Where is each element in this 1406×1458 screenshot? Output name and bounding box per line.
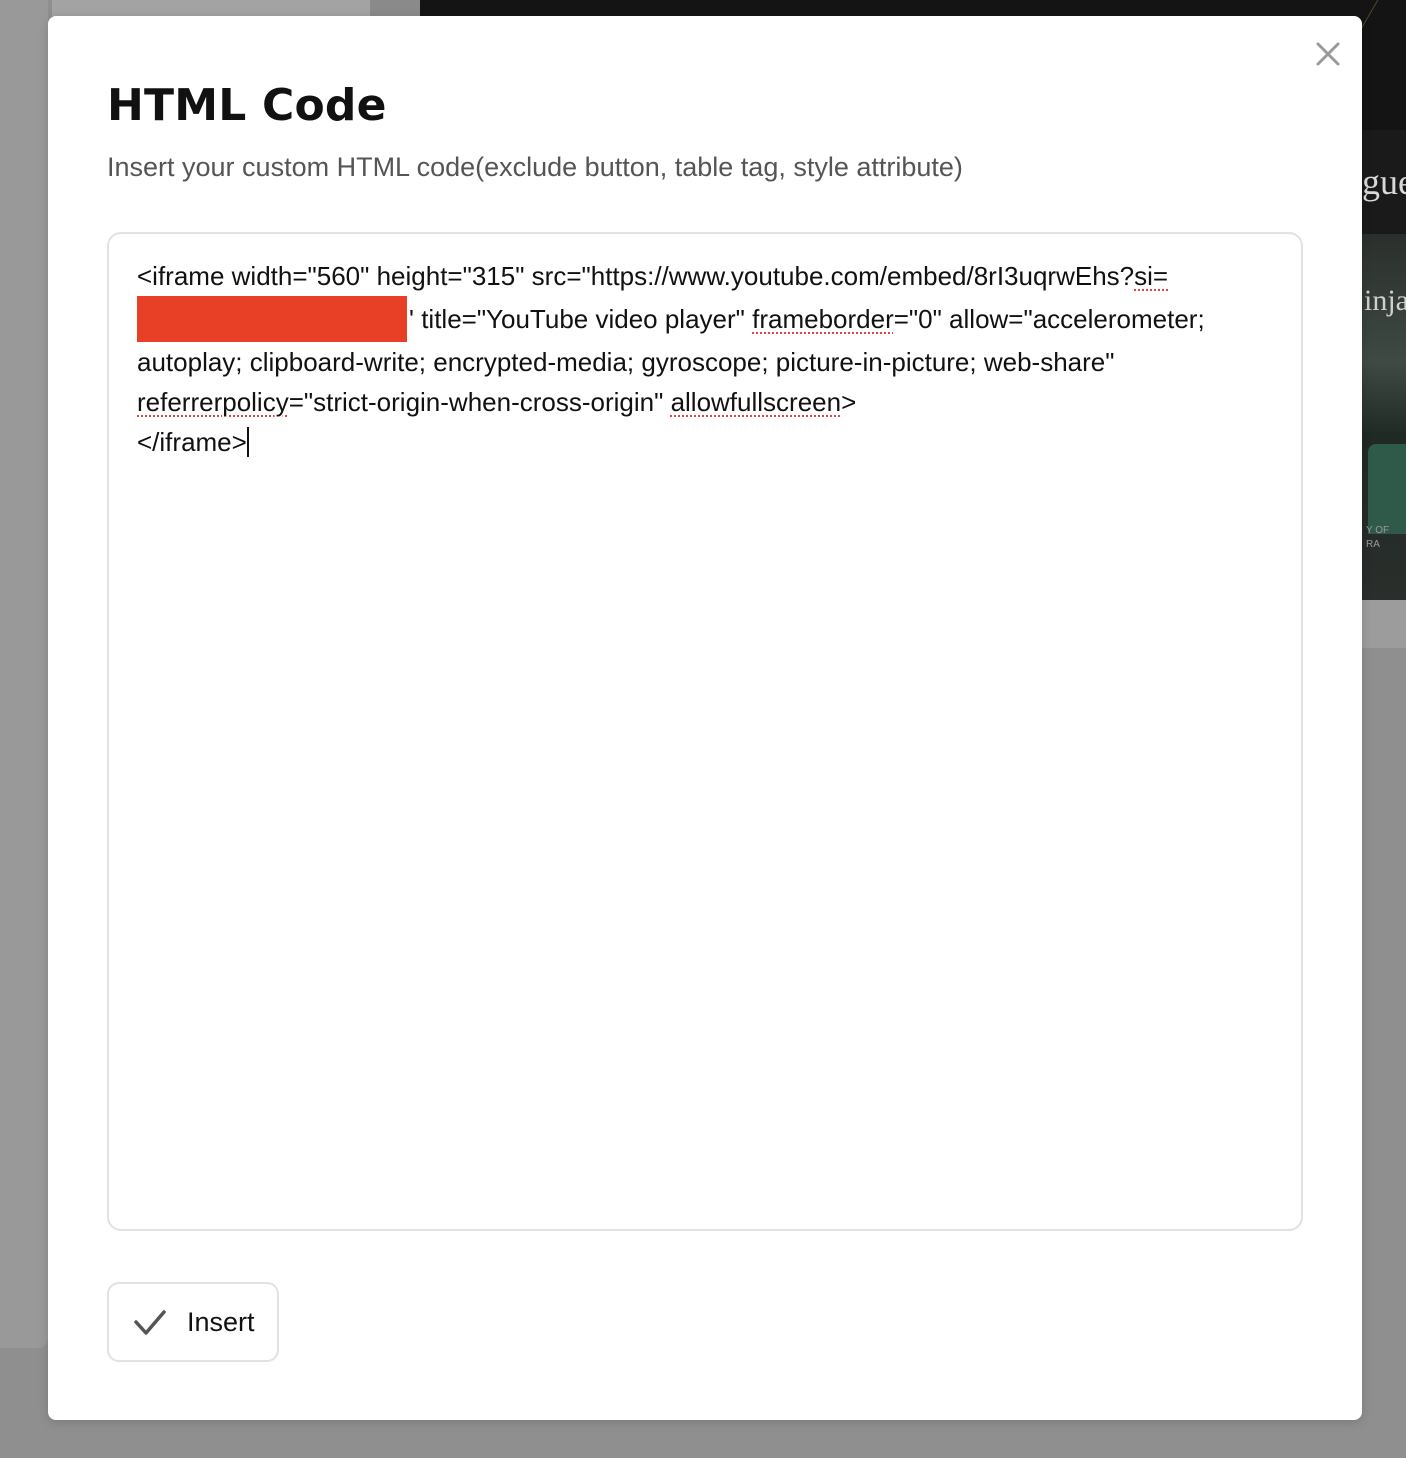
spellcheck-word: frameborder xyxy=(752,304,894,334)
background-strip xyxy=(370,0,420,16)
modal-subtitle: Insert your custom HTML code(exclude but… xyxy=(107,152,963,182)
code-text-segment: ="strict-origin-when-cross-origin" xyxy=(288,387,671,417)
code-text-segment: si= xyxy=(1134,261,1169,291)
code-text-segment: <iframe width="560" height="315" src="ht… xyxy=(137,261,1135,291)
background-photo-figure xyxy=(1368,444,1406,534)
spellcheck-word: allowfullscreen xyxy=(670,387,842,417)
close-button[interactable] xyxy=(1312,38,1344,70)
background-photo-label: inja xyxy=(1364,284,1406,317)
background-photo-caption: Y OF RA xyxy=(1366,525,1390,550)
close-icon xyxy=(1316,42,1340,66)
text-caret xyxy=(246,427,249,457)
background-left-panel xyxy=(0,0,48,1348)
insert-button[interactable]: Insert xyxy=(107,1282,279,1362)
background-photo: inja Y OF RA xyxy=(1362,234,1406,600)
check-icon xyxy=(134,1310,166,1335)
html-code-textarea[interactable]: <iframe width="560" height="315" src="ht… xyxy=(107,232,1303,1231)
background-heading: gue xyxy=(1362,130,1406,234)
background-panel-top xyxy=(52,0,370,16)
code-text-segment: ' title="YouTube video player" xyxy=(409,304,753,334)
insert-button-label: Insert xyxy=(187,1306,255,1337)
redaction-box xyxy=(137,296,407,342)
modal-title: HTML Code xyxy=(107,80,387,131)
background-bottom-bar xyxy=(1362,600,1406,648)
code-content: <iframe width="560" height="315" src="ht… xyxy=(137,256,1273,462)
spellcheck-word: referrerpolicy xyxy=(137,387,289,417)
html-code-modal: HTML Code Insert your custom HTML code(e… xyxy=(48,16,1362,1420)
